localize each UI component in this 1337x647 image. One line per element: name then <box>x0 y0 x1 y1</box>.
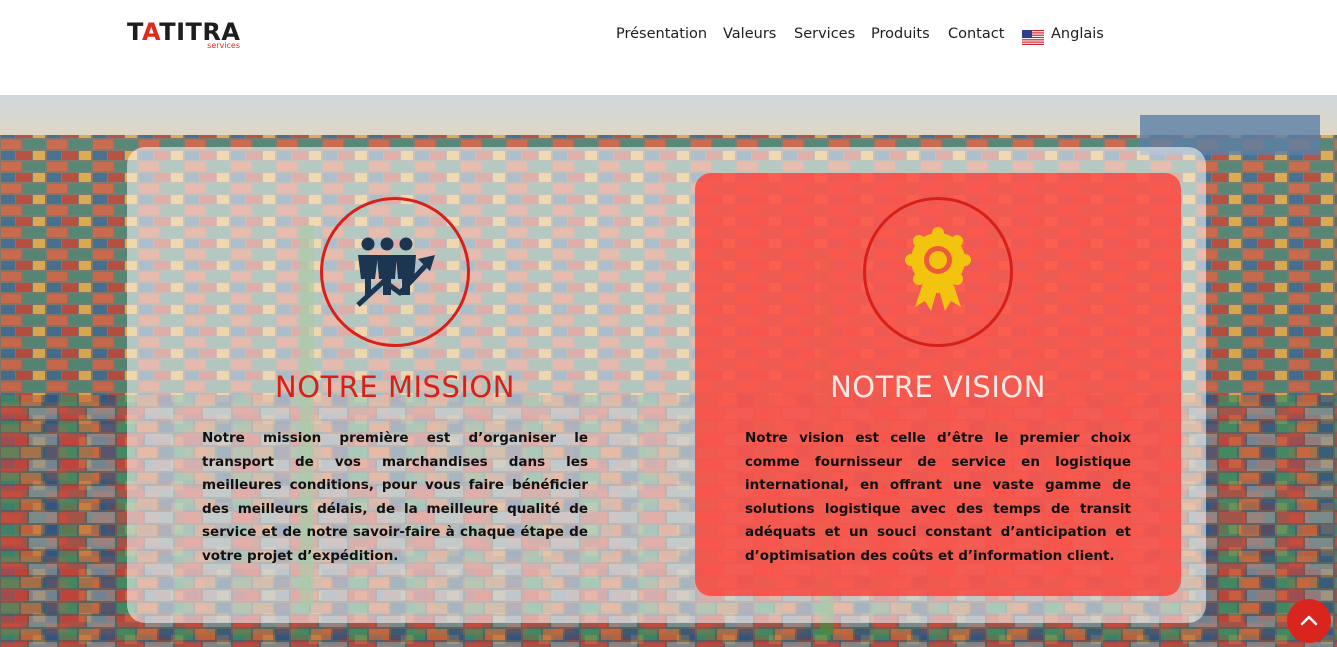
vision-title: NOTRE VISION <box>830 370 1046 404</box>
vision-icon-circle <box>863 197 1013 347</box>
scroll-to-top-button[interactable] <box>1287 599 1331 643</box>
nav-item-language[interactable]: Anglais <box>1051 26 1104 42</box>
nav-item-contact[interactable]: Contact <box>948 26 1004 42</box>
mission-icon-circle <box>320 197 470 347</box>
award-ribbon-icon <box>905 227 971 311</box>
logo-tagline: services <box>207 41 240 50</box>
site-logo[interactable]: TATITRA services <box>127 18 242 52</box>
nav-item-produits[interactable]: Produits <box>871 26 930 42</box>
hero-section: NOTRE MISSION Notre mission première est… <box>0 95 1337 647</box>
mission-title: NOTRE MISSION <box>275 370 515 404</box>
mission-text: Notre mission première est d’organiser l… <box>202 430 588 564</box>
nav-item-valeurs[interactable]: Valeurs <box>723 26 776 42</box>
nav-item-services[interactable]: Services <box>794 26 855 42</box>
nav-item-presentation[interactable]: Présentation <box>616 26 707 42</box>
chevron-up-icon <box>1300 615 1318 626</box>
vision-text: Notre vision est celle d’être le premier… <box>745 430 1131 564</box>
site-header: TATITRA services Présentation Valeurs Se… <box>0 0 1337 95</box>
team-growth-icon <box>356 237 435 307</box>
us-flag-icon[interactable] <box>1022 30 1044 45</box>
